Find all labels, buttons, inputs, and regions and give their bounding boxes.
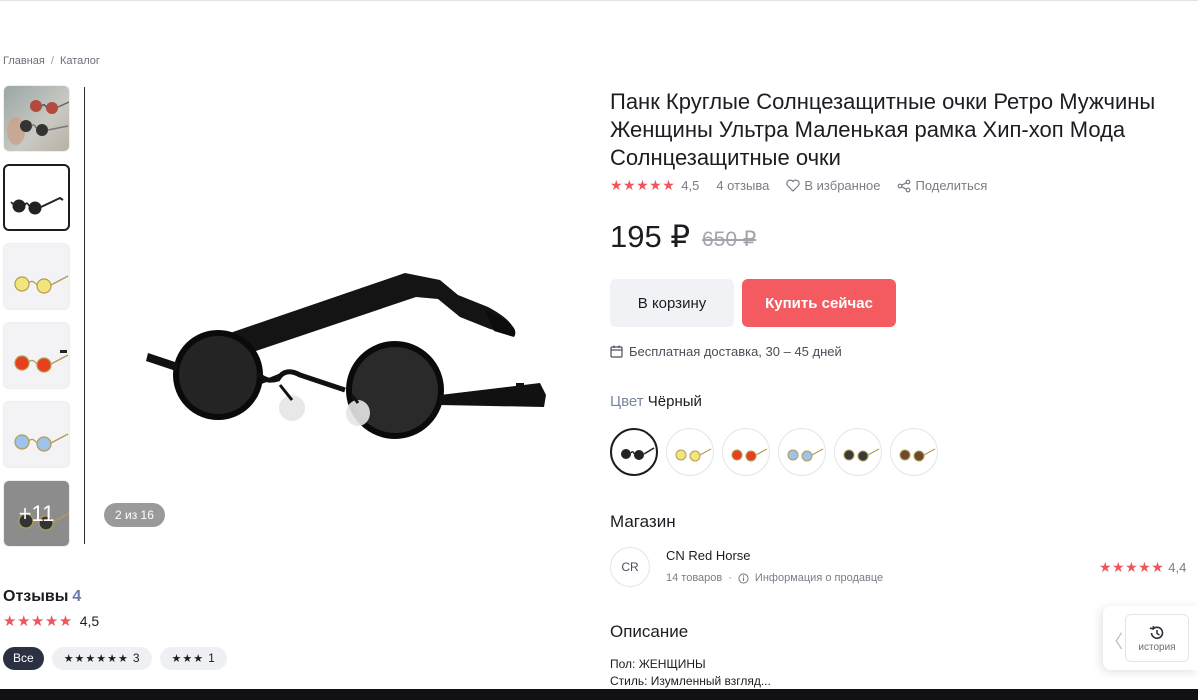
reviews-count[interactable]: 4 bbox=[72, 588, 81, 605]
buy-now-button[interactable]: Купить сейчас bbox=[742, 279, 896, 327]
history-label: история bbox=[1138, 641, 1176, 653]
product-meta: ★★★★★ 4,5 4 отзыва В избранное Поделитьс… bbox=[610, 177, 987, 194]
dark-grey-swatch-icon bbox=[843, 448, 880, 462]
description-heading: Описание bbox=[610, 622, 689, 641]
delivery-info: Бесплатная доставка, 30 – 45 дней bbox=[610, 344, 842, 359]
shop-name[interactable]: CN Red Horse bbox=[666, 548, 751, 563]
delivery-text: Бесплатная доставка, 30 – 45 дней bbox=[629, 344, 842, 359]
reviews-section: Отзывы 4 ★★★★★ 4,5 bbox=[3, 588, 99, 630]
thumbnail-yellow[interactable] bbox=[3, 243, 70, 310]
main-product-image[interactable] bbox=[140, 255, 550, 475]
shop-goods-count[interactable]: 14 товаров bbox=[666, 572, 722, 584]
swatch-red[interactable] bbox=[722, 428, 770, 476]
five-stars-icon: ★★★★★★ bbox=[63, 653, 129, 665]
review-filters: Все ★★★★★★ 3 ★★★ 1 bbox=[3, 647, 227, 670]
filter-five-count: 3 bbox=[132, 651, 140, 665]
thumbnail-more[interactable]: +11 bbox=[3, 480, 70, 547]
breadcrumb-catalog[interactable]: Каталог bbox=[60, 55, 100, 67]
collapse-arrow-icon[interactable]: 〈 bbox=[1105, 628, 1123, 654]
thumbnail-red[interactable] bbox=[3, 322, 70, 389]
product-stars-icon: ★★★★★ bbox=[610, 177, 676, 193]
red-glasses-icon bbox=[14, 350, 69, 373]
breadcrumb: Главная / Каталог bbox=[3, 55, 100, 67]
black-swatch-icon bbox=[621, 447, 655, 460]
three-stars-icon: ★★★ bbox=[171, 653, 205, 665]
bottom-bar bbox=[0, 689, 1198, 700]
add-to-cart-button[interactable]: В корзину bbox=[610, 279, 734, 327]
more-images-label: +11 bbox=[18, 500, 55, 526]
swatch-brown[interactable] bbox=[890, 428, 938, 476]
shop-rating-value: 4,4 bbox=[1168, 560, 1187, 575]
black-glasses-icon bbox=[10, 196, 64, 215]
rating-stars-icon: ★★★★★ bbox=[3, 613, 73, 630]
color-label: Цвет Чёрный bbox=[610, 393, 702, 410]
yellow-swatch-icon bbox=[675, 448, 712, 462]
history-icon bbox=[1149, 625, 1164, 639]
yellow-glasses-icon bbox=[14, 275, 69, 294]
meta-dot: · bbox=[728, 572, 732, 584]
blue-swatch-icon bbox=[787, 448, 824, 462]
brown-swatch-icon bbox=[899, 448, 936, 462]
history-button[interactable]: история bbox=[1125, 614, 1189, 662]
reviews-rating: ★★★★★ 4,5 bbox=[3, 612, 99, 630]
share-button[interactable]: Поделиться bbox=[897, 178, 987, 193]
sunglasses-image bbox=[146, 273, 546, 439]
red-swatch-icon bbox=[731, 448, 768, 462]
swatch-dark-grey[interactable] bbox=[834, 428, 882, 476]
shop-heading: Магазин bbox=[610, 512, 676, 531]
reviews-heading: Отзывы 4 bbox=[3, 588, 99, 606]
thumbnail-list: +11 bbox=[3, 85, 70, 559]
favorite-button[interactable]: В избранное bbox=[786, 178, 880, 193]
filter-three-stars[interactable]: ★★★ 1 bbox=[159, 647, 227, 670]
reviews-rating-value: 4,5 bbox=[79, 613, 100, 629]
breadcrumb-separator: / bbox=[50, 55, 54, 67]
heart-icon bbox=[786, 179, 801, 192]
seller-info-link[interactable]: Информация о продавце bbox=[755, 572, 883, 584]
filter-five-stars[interactable]: ★★★★★★ 3 bbox=[51, 647, 152, 670]
description-line: Стиль: Изумленный взгляд... bbox=[610, 674, 771, 688]
shop-meta: 14 товаров · Информация о продавце bbox=[666, 572, 883, 584]
current-price: 195 ₽ bbox=[610, 219, 691, 254]
color-swatches bbox=[610, 428, 938, 476]
shop-rating: ★★★★★ 4,4 bbox=[1099, 559, 1186, 576]
calendar-icon bbox=[610, 345, 623, 358]
description-line: Пол: ЖЕНЩИНЫ bbox=[610, 657, 706, 671]
blue-glasses-icon bbox=[14, 433, 69, 452]
swatch-yellow[interactable] bbox=[666, 428, 714, 476]
gallery-divider bbox=[84, 87, 85, 544]
reviews-title: Отзывы bbox=[3, 588, 69, 605]
top-divider bbox=[0, 0, 1198, 1]
image-counter: 2 из 16 bbox=[104, 503, 165, 527]
color-key: Цвет bbox=[610, 393, 644, 410]
filter-all[interactable]: Все bbox=[3, 647, 44, 670]
share-label: Поделиться bbox=[915, 178, 988, 193]
shop-stars-icon: ★★★★★ bbox=[1099, 559, 1165, 575]
swatch-black[interactable] bbox=[610, 428, 658, 476]
old-price: 650 ₽ bbox=[702, 228, 757, 251]
swatch-blue[interactable] bbox=[778, 428, 826, 476]
share-icon bbox=[898, 179, 911, 192]
thumbnail-black[interactable] bbox=[3, 164, 70, 231]
product-title: Панк Круглые Солнцезащитные очки Ретро М… bbox=[610, 89, 1156, 170]
thumbnail-blue[interactable] bbox=[3, 401, 70, 468]
thumbnail-photo[interactable] bbox=[3, 85, 70, 152]
product-rating: 4,5 bbox=[681, 178, 700, 193]
glasses-photo-icon bbox=[7, 100, 69, 145]
info-icon bbox=[738, 572, 749, 584]
filter-three-count: 1 bbox=[208, 651, 215, 665]
reviews-link[interactable]: 4 отзыва bbox=[716, 178, 769, 193]
shop-avatar[interactable]: CR bbox=[610, 547, 650, 587]
reviews-count-label: 4 отзыва bbox=[716, 178, 770, 193]
breadcrumb-home[interactable]: Главная bbox=[3, 55, 45, 67]
favorite-label: В избранное bbox=[804, 178, 881, 193]
color-value: Чёрный bbox=[647, 393, 702, 410]
